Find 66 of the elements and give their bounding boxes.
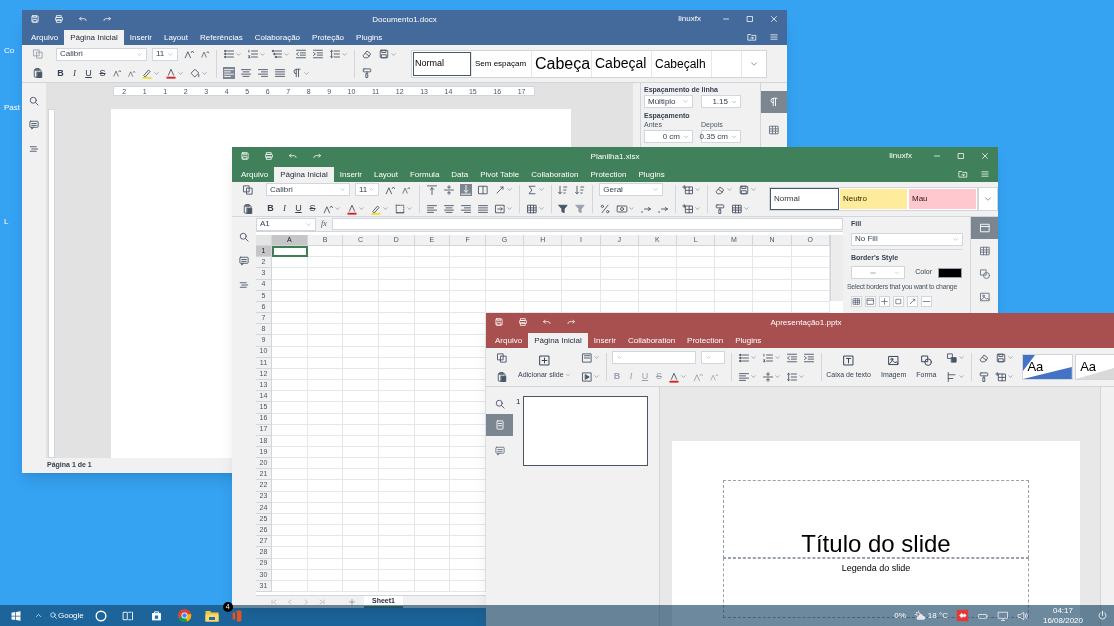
menu-tab[interactable]: Arquivo — [25, 30, 65, 45]
menu-tab[interactable]: Pivot Table — [474, 167, 526, 182]
window-title: Planilha1.xlsx — [590, 151, 640, 163]
number-format-field[interactable]: Geral — [599, 183, 664, 196]
menu-tab[interactable]: Arquivo — [235, 167, 275, 182]
menu-tab[interactable]: Página Inicial — [528, 333, 588, 348]
cell-style-preset[interactable]: Neutro — [839, 189, 907, 209]
slide-title: Título do slide — [801, 532, 951, 556]
menu-tab[interactable]: Inserir — [587, 333, 622, 348]
cell-style-preset[interactable]: Normal — [770, 189, 838, 209]
slide-number: 1 — [516, 396, 521, 408]
line-spacing-select[interactable]: Múltiplo — [644, 95, 693, 108]
menu-tab[interactable]: Página Inicial — [64, 30, 124, 45]
menu-tab[interactable]: Colaboração — [248, 30, 307, 45]
cell-reference-field[interactable]: A1 — [256, 217, 316, 231]
user-name: linuxfx — [889, 150, 912, 162]
cell-style-preset[interactable]: Mau — [908, 189, 976, 209]
spacing-before-field[interactable]: 0 cm — [644, 130, 693, 143]
title-placeholder[interactable]: Título do slide — [723, 480, 1029, 558]
theme-preview[interactable]: Aa — [1022, 354, 1074, 380]
fill-select[interactable]: No Fill — [851, 232, 963, 246]
menu-tab[interactable]: Layout — [367, 167, 404, 182]
style-preset[interactable]: Cabeçal — [592, 50, 652, 77]
window-title: Documento1.docx — [372, 14, 437, 26]
menu-tab[interactable]: Collaboration — [621, 333, 682, 348]
format-button[interactable]: U — [84, 68, 93, 78]
format-button[interactable]: S — [308, 204, 317, 213]
font-size-field[interactable]: 11 — [152, 47, 178, 61]
menu-tab[interactable]: Protection — [584, 167, 633, 182]
menu-tab[interactable]: Protection — [681, 333, 730, 348]
theme-preview[interactable]: Aa — [1075, 354, 1114, 380]
menu-tab[interactable]: Página Inicial — [274, 167, 334, 182]
user-name: linuxfx — [678, 13, 701, 25]
spacing-after-field[interactable]: 0.35 cm — [701, 130, 741, 143]
menu-tab[interactable]: Inserir — [123, 30, 158, 45]
format-button[interactable]: B — [266, 204, 275, 213]
style-preset[interactable]: Cabeçalh — [652, 50, 712, 77]
menu-tab[interactable]: Formula — [404, 167, 446, 182]
format-button[interactable]: I — [70, 68, 79, 78]
format-button[interactable]: I — [280, 204, 289, 213]
clock-date[interactable]: 16/08/2020 — [1042, 615, 1083, 626]
format-button[interactable]: S — [98, 68, 107, 78]
menu-tab[interactable]: Plugins — [729, 333, 768, 348]
font-field[interactable]: Calibri — [266, 183, 350, 196]
menu-tab[interactable]: Plugins — [632, 167, 671, 182]
menu-tab[interactable]: Referências — [194, 30, 249, 45]
window-title: Apresentação1.pptx — [770, 317, 842, 329]
menu-tab[interactable]: Plugins — [350, 30, 389, 45]
menu-tab[interactable]: Proteção — [306, 30, 351, 45]
style-preset[interactable]: Sem espaçam — [472, 50, 532, 77]
format-button[interactable]: B — [56, 68, 65, 78]
menu-tab[interactable]: Arquivo — [489, 333, 529, 348]
menu-tab[interactable]: Inserir — [333, 167, 368, 182]
menu-tab[interactable]: Collaboration — [525, 167, 585, 182]
clock-time[interactable]: 04:17 — [1052, 605, 1073, 616]
format-button[interactable]: U — [294, 204, 303, 213]
style-preset[interactable]: Normal — [412, 50, 472, 77]
menu-tab[interactable]: Data — [445, 167, 475, 182]
style-preset[interactable]: Cabeça — [532, 50, 592, 77]
font-field[interactable]: Calibri — [56, 47, 147, 61]
font-size-field[interactable]: 11 — [355, 183, 379, 196]
slide-subtitle: Legenda do slide — [841, 562, 911, 575]
line-spacing-field[interactable]: 1.15 — [701, 95, 741, 108]
function-label: fx — [320, 218, 328, 230]
search-button[interactable]: Google — [49, 609, 84, 622]
menu-tab[interactable]: Layout — [157, 30, 194, 45]
